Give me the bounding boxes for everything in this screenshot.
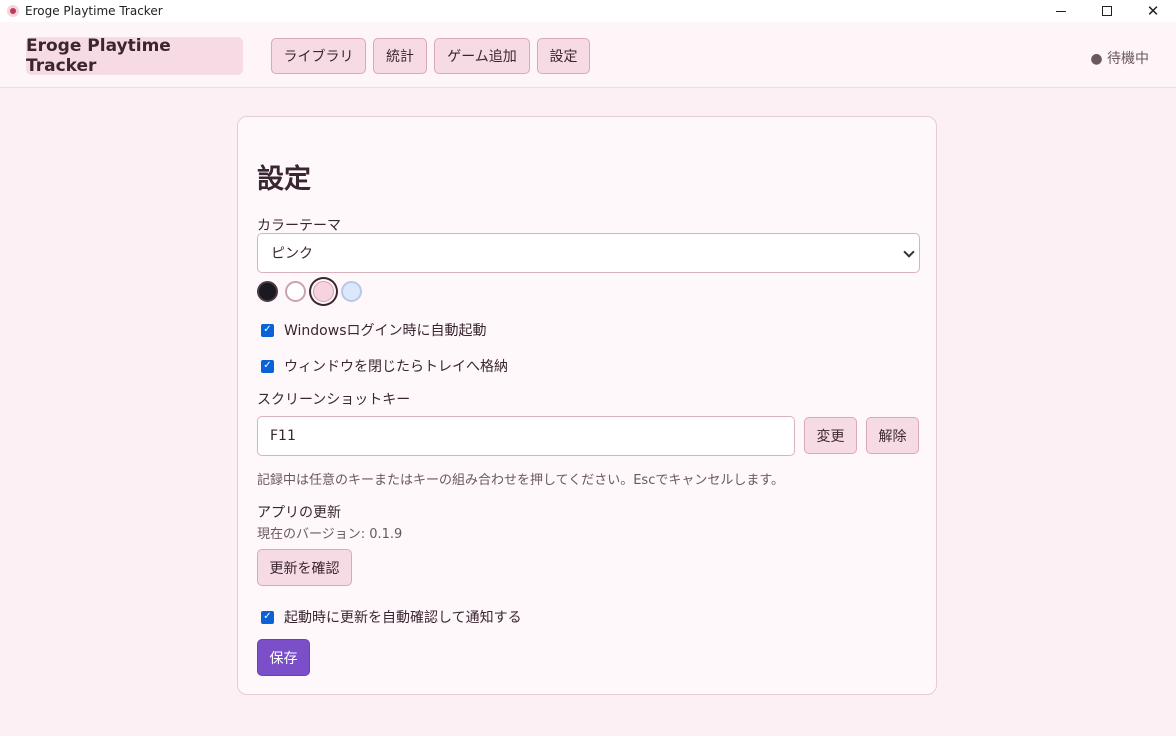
screenshot-key-value: F11 xyxy=(270,428,296,444)
page-title: 設定 xyxy=(257,164,311,195)
change-key-button[interactable]: 変更 xyxy=(804,417,857,454)
window-controls: ✕ xyxy=(1038,0,1176,22)
nav-stats-button[interactable]: 統計 xyxy=(373,38,427,74)
maximize-icon xyxy=(1102,6,1112,16)
key-hint-text: 記録中は任意のキーまたはキーの組み合わせを押してください。Escでキャンセルしま… xyxy=(257,473,785,488)
auto-update-label: 起動時に更新を自動確認して通知する xyxy=(284,610,522,626)
update-label: アプリの更新 xyxy=(257,505,341,521)
screenshot-key-label: スクリーンショットキー xyxy=(257,392,411,408)
window-title: Eroge Playtime Tracker xyxy=(25,4,163,18)
screenshot-key-input[interactable]: F11 xyxy=(257,416,795,456)
status-indicator: ● 待機中 xyxy=(1090,51,1149,67)
theme-label: カラーテーマ xyxy=(257,218,341,234)
auto-update-option[interactable]: ✓ 起動時に更新を自動確認して通知する xyxy=(261,607,522,627)
check-update-button[interactable]: 更新を確認 xyxy=(257,549,352,586)
nav-library-button[interactable]: ライブラリ xyxy=(271,38,366,74)
clear-key-button[interactable]: 解除 xyxy=(866,417,919,454)
current-version-text: 現在のバージョン: 0.1.9 xyxy=(257,527,403,542)
chevron-down-icon xyxy=(903,246,915,258)
theme-select-value: ピンク xyxy=(271,246,313,262)
autostart-label: Windowsログイン時に自動起動 xyxy=(284,323,487,339)
tray-checkbox[interactable]: ✓ xyxy=(261,359,274,373)
autostart-option[interactable]: ✓ Windowsログイン時に自動起動 xyxy=(261,320,487,340)
theme-swatch-blue[interactable] xyxy=(341,281,362,302)
nav-add-game-button[interactable]: ゲーム追加 xyxy=(434,38,530,74)
autostart-checkbox[interactable]: ✓ xyxy=(261,323,274,337)
minimize-icon xyxy=(1056,10,1066,12)
brand-logo[interactable]: Eroge Playtime Tracker xyxy=(26,36,243,76)
app-icon xyxy=(7,5,19,17)
settings-card: 設定 カラーテーマ ピンク ✓ Windowsログイン時に自動起動 ✓ ウィンド… xyxy=(237,116,937,695)
minimize-button[interactable] xyxy=(1038,0,1084,22)
theme-swatch-dark[interactable] xyxy=(257,281,278,302)
auto-update-checkbox[interactable]: ✓ xyxy=(261,610,274,624)
app-header: Eroge Playtime Tracker ライブラリ 統計 ゲーム追加 設定… xyxy=(0,22,1176,88)
theme-swatch-pink[interactable] xyxy=(313,281,334,302)
theme-swatch-light[interactable] xyxy=(285,281,306,302)
save-button[interactable]: 保存 xyxy=(257,639,310,676)
window-titlebar: Eroge Playtime Tracker ✕ xyxy=(0,0,1176,22)
close-icon: ✕ xyxy=(1146,1,1160,20)
tray-option[interactable]: ✓ ウィンドウを閉じたらトレイへ格納 xyxy=(261,356,508,376)
close-button[interactable]: ✕ xyxy=(1130,0,1176,22)
nav-settings-button[interactable]: 設定 xyxy=(537,38,590,74)
theme-select[interactable]: ピンク xyxy=(257,233,920,273)
tray-label: ウィンドウを閉じたらトレイへ格納 xyxy=(284,359,508,375)
maximize-button[interactable] xyxy=(1084,0,1130,22)
